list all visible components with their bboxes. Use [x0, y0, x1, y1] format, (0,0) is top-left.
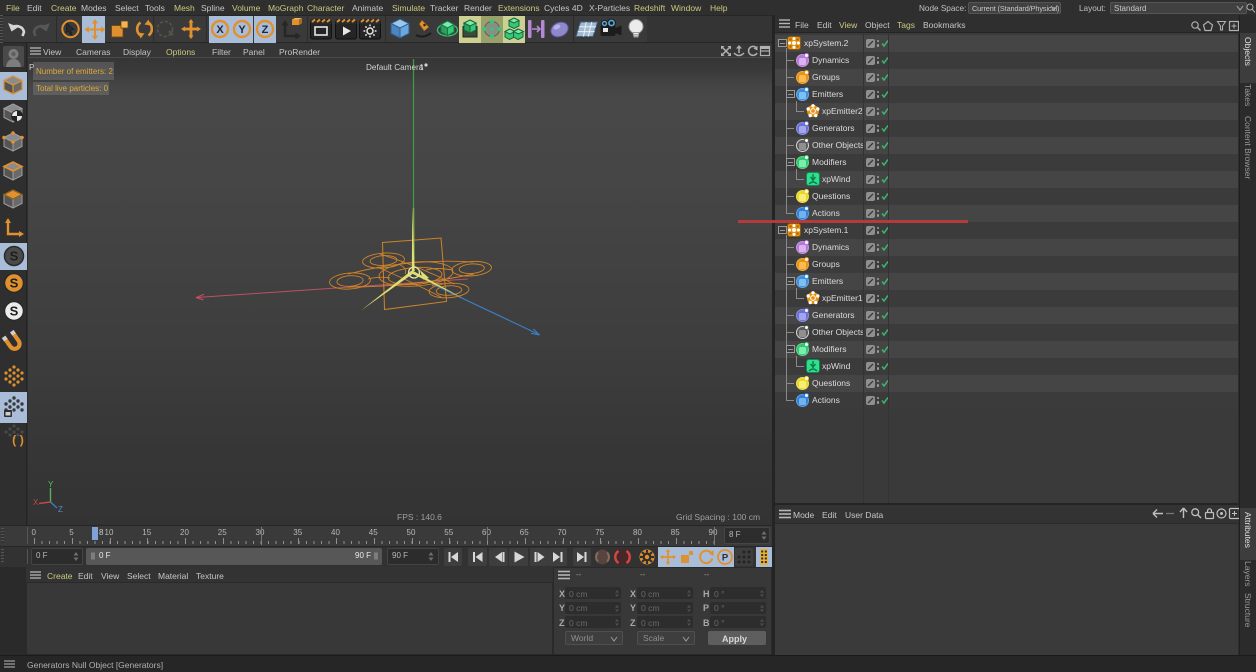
svg-text:(): () — [11, 434, 25, 448]
svg-text:S: S — [10, 249, 19, 264]
svg-text:Z: Z — [58, 505, 63, 514]
svg-text:S: S — [10, 276, 19, 291]
svg-text:P: P — [722, 553, 729, 564]
svg-text:Y: Y — [238, 24, 246, 36]
svg-text:Y: Y — [48, 480, 54, 489]
svg-text:S: S — [10, 304, 19, 319]
svg-text:Z: Z — [261, 24, 268, 36]
svg-text:X: X — [216, 24, 224, 36]
svg-text:X: X — [33, 498, 39, 507]
